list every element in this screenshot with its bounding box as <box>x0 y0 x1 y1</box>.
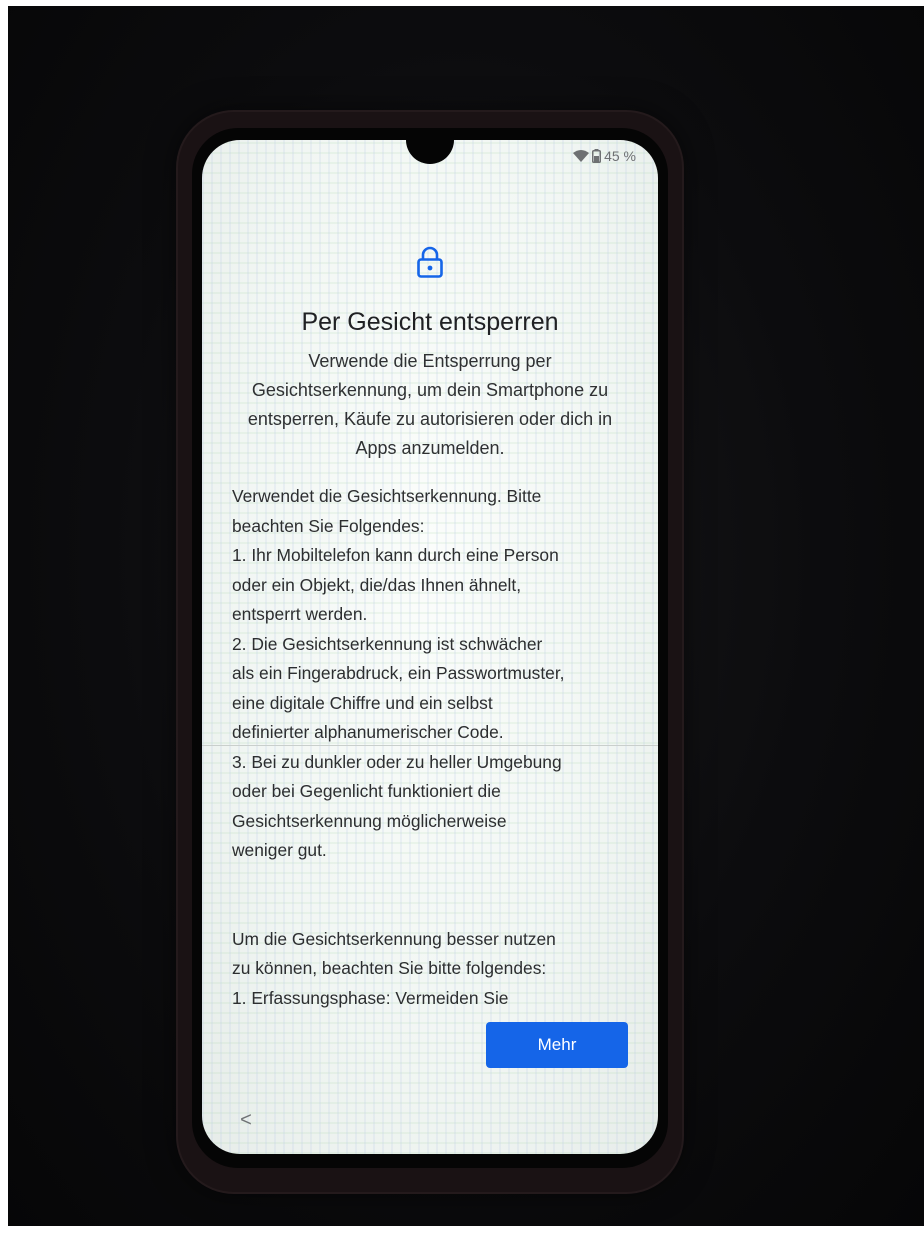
note-line: 2. Die Gesichtserkennung ist schwächer <box>232 633 543 654</box>
intro-line: beachten Sie Folgendes: <box>232 515 425 536</box>
note-line: eine digitale Chiffre und ein selbst <box>232 692 493 713</box>
lock-icon <box>416 245 444 279</box>
wifi-icon <box>573 150 590 162</box>
note-line: 1. Ihr Mobiltelefon kann durch eine Pers… <box>232 545 559 565</box>
image-border-bottom <box>0 1226 924 1234</box>
tip-line: zu können, beachten Sie bitte folgendes: <box>232 958 547 978</box>
more-button[interactable]: Mehr <box>486 1022 628 1068</box>
status-bar: 45 % <box>573 148 636 164</box>
page-subtitle: Verwende die Entsperrung per Gesichtserk… <box>247 351 613 458</box>
note-line: oder bei Gegenlicht funktioniert die <box>232 781 501 801</box>
phone-screen: 45 % Per Gesicht entsperren Verwende die… <box>202 140 658 1154</box>
note-line: weniger gut. <box>232 840 327 860</box>
tip-line: 1. Erfassungsphase: Vermeiden Sie <box>232 987 509 1008</box>
note-line: oder ein Objekt, die/das Ihnen ähnelt, <box>232 574 522 595</box>
camera-notch <box>406 140 454 164</box>
note-line: 3. Bei zu dunkler oder zu heller Umgebun… <box>232 751 562 772</box>
intro-line: Verwendet die Gesichtserkennung. Bitte <box>232 486 542 506</box>
note-line: Gesichtserkennung möglicherweise <box>232 810 507 831</box>
face-unlock-info: Verwendet die Gesichtserkennung. Bitte b… <box>232 482 642 1013</box>
battery-icon <box>592 149 602 163</box>
footer-divider <box>202 745 658 746</box>
image-border-left <box>0 0 8 1234</box>
note-line: als ein Fingerabdruck, ein Passwortmuste… <box>232 663 565 683</box>
tip-line: Um die Gesichtserkennung besser nutzen <box>232 928 556 949</box>
image-border-top <box>0 0 924 6</box>
note-line: definierter alphanumerischer Code. <box>232 722 504 742</box>
note-line: entsperrt werden. <box>232 604 368 624</box>
battery-percentage: 45 % <box>604 148 636 164</box>
page-title: Per Gesicht entsperren <box>301 308 559 336</box>
back-chevron-icon[interactable]: < <box>234 1108 258 1132</box>
